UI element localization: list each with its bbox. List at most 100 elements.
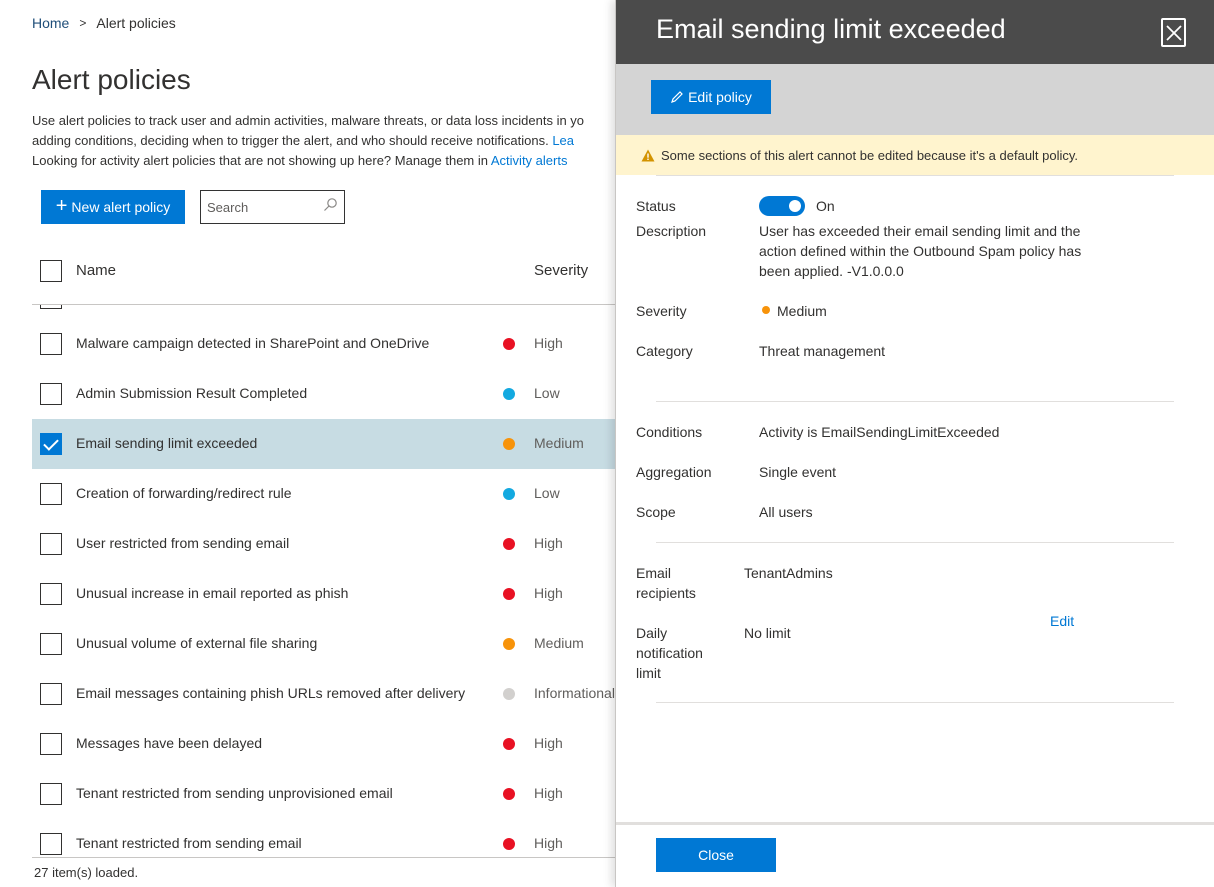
row-checkbox[interactable] [40, 483, 62, 505]
aggregation-value: Single event [759, 464, 837, 480]
policy-name[interactable]: Tenant restricted from sending unprovisi… [76, 785, 393, 801]
severity-text: High [534, 735, 563, 751]
panel-toolbar: Edit policy [616, 64, 1214, 135]
column-header-severity[interactable]: Severity [534, 262, 588, 279]
email-recipients-label-line-2: recipients [636, 585, 696, 601]
divider [656, 542, 1174, 543]
description-value-line-2: action defined within the Outbound Spam … [759, 243, 1082, 259]
severity-text: High [534, 785, 563, 801]
edit-policy-button[interactable]: Edit policy [651, 80, 771, 114]
severity-dot [503, 388, 515, 400]
divider [656, 702, 1174, 703]
severity-dot [503, 438, 515, 450]
daily-limit-label: Daily notification limit [636, 623, 703, 683]
partial-row-checkbox[interactable] [40, 305, 62, 309]
scope-label: Scope [636, 504, 676, 520]
table-header: Name Severity [32, 245, 615, 305]
row-checkbox[interactable] [40, 633, 62, 655]
activity-alerts-link[interactable]: Activity alerts [491, 153, 568, 168]
table-row[interactable]: Unusual increase in email reported as ph… [32, 569, 615, 619]
row-checkbox[interactable] [40, 833, 62, 855]
scope-value: All users [759, 504, 813, 520]
policy-name[interactable]: Unusual volume of external file sharing [76, 635, 317, 651]
row-checkbox[interactable] [40, 733, 62, 755]
page-description: Use alert policies to track user and adm… [32, 111, 615, 171]
close-panel-button[interactable] [1161, 18, 1186, 47]
table-row[interactable]: Malware campaign detected in SharePoint … [32, 319, 615, 369]
severity-dot [503, 588, 515, 600]
email-recipients-label-line-1: Email [636, 565, 672, 581]
close-button[interactable]: Close [656, 838, 776, 872]
policy-name[interactable]: Email messages containing phish URLs rem… [76, 685, 465, 701]
row-checkbox[interactable] [40, 383, 62, 405]
table-row[interactable]: Unusual volume of external file sharing M… [32, 619, 615, 669]
description-line-3-text: Looking for activity alert policies that… [32, 153, 491, 168]
description-label: Description [636, 223, 707, 239]
severity-text: Low [534, 485, 560, 501]
select-all-checkbox[interactable] [40, 260, 62, 282]
policy-name[interactable]: User restricted from sending email [76, 535, 289, 551]
row-checkbox[interactable] [40, 683, 62, 705]
status-toggle[interactable] [759, 196, 805, 216]
severity-text: High [534, 835, 563, 851]
table-row[interactable]: Admin Submission Result Completed Low [32, 369, 615, 419]
policy-name[interactable]: Admin Submission Result Completed [76, 385, 307, 401]
severity-dot [503, 488, 515, 500]
breadcrumb-home-link[interactable]: Home [32, 15, 69, 31]
panel-title: Email sending limit exceeded [656, 14, 1006, 44]
search-input[interactable] [207, 199, 312, 215]
severity-dot [503, 838, 515, 850]
aggregation-label: Aggregation [636, 464, 712, 480]
severity-text: Informational [534, 685, 615, 701]
table-row[interactable]: Email messages containing phish URLs rem… [32, 669, 615, 719]
category-value: Threat management [759, 343, 886, 359]
table-row[interactable]: Messages have been delayed High [32, 719, 615, 769]
default-policy-warning: Some sections of this alert cannot be ed… [616, 135, 1214, 175]
panel-footer: Close [616, 822, 1214, 887]
warning-icon [641, 149, 655, 161]
severity-dot [503, 638, 515, 650]
row-checkbox[interactable] [40, 783, 62, 805]
search-icon[interactable] [322, 197, 338, 218]
pencil-icon [671, 91, 683, 103]
column-header-name[interactable]: Name [76, 262, 116, 279]
plus-icon: + [55, 195, 68, 217]
divider [656, 401, 1174, 402]
table-row[interactable]: Email sending limit exceeded Medium [32, 419, 615, 469]
search-box[interactable] [200, 190, 345, 224]
daily-limit-label-line-1: Daily [636, 625, 668, 641]
policy-list: Malware campaign detected in SharePoint … [32, 305, 615, 857]
table-row[interactable]: Tenant restricted from sending email High [32, 819, 615, 857]
severity-text: Low [534, 385, 560, 401]
policy-name[interactable]: Tenant restricted from sending email [76, 835, 302, 851]
edit-recipients-link[interactable]: Edit [1050, 613, 1074, 629]
policy-name[interactable]: Unusual increase in email reported as ph… [76, 585, 348, 601]
page-title: Alert policies [32, 64, 191, 95]
description-value-line-3: been applied. -V1.0.0.0 [759, 263, 904, 279]
new-alert-policy-label: New alert policy [71, 199, 171, 215]
learn-more-link[interactable]: Lea [552, 133, 574, 148]
policy-name[interactable]: Creation of forwarding/redirect rule [76, 485, 292, 501]
row-checkbox[interactable] [40, 333, 62, 355]
status-label: Status [636, 198, 676, 214]
breadcrumb-separator: > [79, 16, 87, 30]
policy-name[interactable]: Email sending limit exceeded [76, 435, 257, 451]
row-checkbox[interactable] [40, 583, 62, 605]
row-checkbox[interactable] [40, 433, 62, 455]
breadcrumb: Home > Alert policies [32, 15, 176, 31]
table-row[interactable]: Creation of forwarding/redirect rule Low [32, 469, 615, 519]
severity-dot [503, 788, 515, 800]
severity-value: Medium [777, 303, 827, 319]
new-alert-policy-button[interactable]: + New alert policy [41, 190, 185, 224]
row-checkbox[interactable] [40, 533, 62, 555]
severity-text: High [534, 535, 563, 551]
table-row[interactable]: Tenant restricted from sending unprovisi… [32, 769, 615, 819]
alert-policies-page: Home > Alert policies Alert policies Use… [0, 0, 615, 887]
divider [656, 175, 1174, 176]
policy-name[interactable]: Malware campaign detected in SharePoint … [76, 335, 429, 351]
table-row[interactable]: User restricted from sending email High [32, 519, 615, 569]
severity-text: Medium [534, 435, 584, 451]
daily-limit-label-line-3: limit [636, 665, 661, 681]
email-recipients-label: Email recipients [636, 563, 696, 603]
policy-name[interactable]: Messages have been delayed [76, 735, 262, 751]
